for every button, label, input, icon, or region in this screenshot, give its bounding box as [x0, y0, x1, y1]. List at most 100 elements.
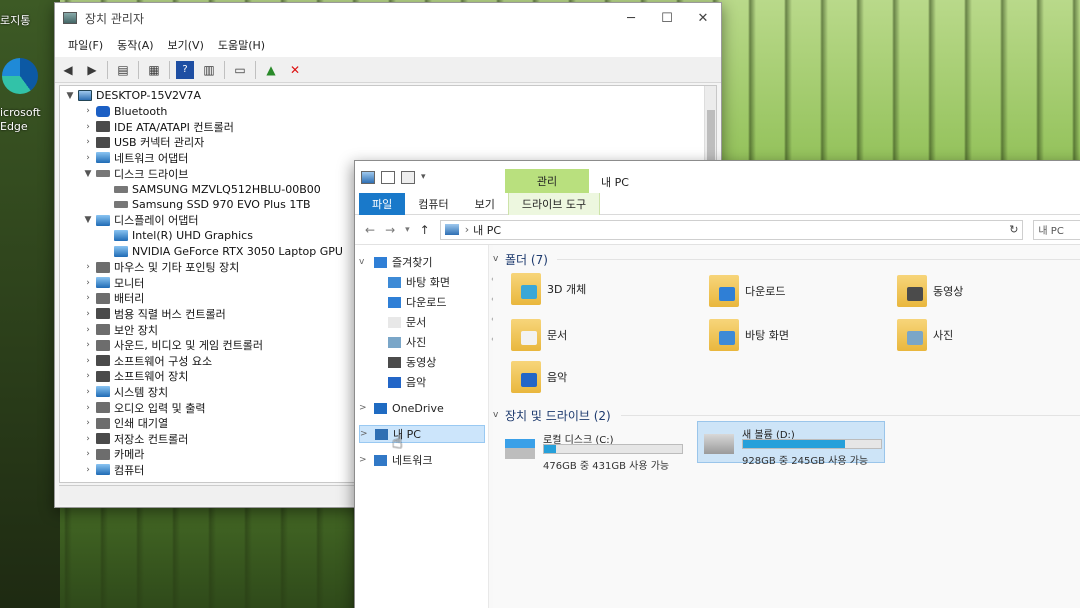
- expand-chevron-icon[interactable]: ›: [82, 278, 94, 288]
- menu-help[interactable]: 도움말(H): [211, 37, 272, 53]
- expand-chevron-icon[interactable]: ›: [82, 137, 94, 147]
- tree-item[interactable]: › 저장소 컨트롤러: [82, 431, 188, 446]
- breadcrumb[interactable]: 내 PC: [473, 222, 501, 238]
- monitor-icon[interactable]: ▭: [231, 61, 249, 79]
- console-tree-icon[interactable]: ▦: [145, 61, 163, 79]
- navigation-pane[interactable]: v 즐겨찾기바탕 화면✎ 다운로드✎ 문서✎ 사진✎ 동영상음악 > OneDrive >내 P…: [355, 245, 499, 608]
- tree-item[interactable]: › 인쇄 대기열: [82, 416, 168, 431]
- device-manager-titlebar[interactable]: 장치 관리자 ─ ☐ ✕: [55, 3, 721, 33]
- nav-item[interactable]: > 내 PC: [359, 425, 485, 443]
- minimize-button[interactable]: ─: [613, 3, 649, 33]
- help-icon[interactable]: ?: [176, 60, 194, 79]
- collapse-chevron-icon[interactable]: ▼: [64, 91, 76, 101]
- expand-chevron-icon[interactable]: ›: [82, 309, 94, 319]
- close-button[interactable]: ✕: [685, 3, 721, 33]
- nav-item[interactable]: 동영상: [373, 353, 436, 371]
- address-field[interactable]: › 내 PC ↻: [439, 219, 1024, 240]
- expand-chevron-icon[interactable]: ›: [82, 371, 94, 381]
- expand-chevron-icon[interactable]: ›: [82, 262, 94, 272]
- properties-qa-icon[interactable]: [381, 170, 395, 184]
- drives-section-header[interactable]: v 장치 및 드라이브 (2): [493, 407, 611, 423]
- tree-item[interactable]: Samsung SSD 970 EVO Plus 1TB: [100, 197, 311, 212]
- view-icon[interactable]: ▥: [200, 61, 218, 79]
- back-nav-icon[interactable]: ←: [365, 223, 375, 237]
- tree-item[interactable]: › 오디오 입력 및 출력: [82, 400, 205, 415]
- expand-chevron-icon[interactable]: ›: [82, 434, 94, 444]
- expand-chevron-icon[interactable]: ›: [82, 418, 94, 428]
- search-input[interactable]: 내 PC: [1033, 219, 1080, 240]
- folder-item[interactable]: 동영상: [897, 275, 963, 307]
- qa-dropdown-icon[interactable]: ▾: [421, 172, 426, 182]
- refresh-icon[interactable]: ↻: [1009, 223, 1018, 236]
- tab-manage[interactable]: 관리: [505, 169, 589, 193]
- tree-item[interactable]: › 컴퓨터: [82, 462, 144, 477]
- expand-chevron-icon[interactable]: ›: [82, 465, 94, 475]
- tree-item[interactable]: › 보안 장치: [82, 322, 158, 337]
- expand-chevron-icon[interactable]: ›: [82, 325, 94, 335]
- folder-item[interactable]: 다운로드: [709, 275, 785, 307]
- up-nav-icon[interactable]: ↑: [420, 223, 430, 237]
- nav-item[interactable]: v 즐겨찾기: [359, 253, 432, 271]
- tree-item[interactable]: Intel(R) UHD Graphics: [100, 228, 253, 243]
- nav-chevron-icon[interactable]: >: [360, 429, 372, 439]
- tree-item[interactable]: › 범용 직렬 버스 컨트롤러: [82, 306, 226, 321]
- folders-section-header[interactable]: v 폴더 (7): [493, 251, 548, 267]
- back-arrow-icon[interactable]: ◀: [59, 61, 77, 79]
- nav-item[interactable]: 음악: [373, 373, 426, 391]
- menu-action[interactable]: 동작(A): [110, 37, 160, 53]
- recent-dropdown-icon[interactable]: ▾: [405, 225, 410, 235]
- tree-item[interactable]: › 소프트웨어 구성 요소: [82, 353, 212, 368]
- nav-item[interactable]: 사진✎: [373, 333, 499, 351]
- maximize-button[interactable]: ☐: [649, 3, 685, 33]
- desktop-icon-label[interactable]: 로지통: [0, 12, 30, 28]
- tree-item[interactable]: › 카메라: [82, 447, 144, 462]
- tree-item[interactable]: › 모니터: [82, 275, 144, 290]
- nav-item[interactable]: > 네트워크: [359, 451, 432, 469]
- nav-item[interactable]: 문서✎: [373, 313, 499, 331]
- tab-view[interactable]: 보기: [462, 193, 508, 215]
- collapse-chevron-icon[interactable]: ▼: [82, 215, 94, 225]
- expand-chevron-icon[interactable]: ›: [82, 106, 94, 116]
- nav-chevron-icon[interactable]: >: [359, 455, 371, 465]
- edge-label-line2[interactable]: Edge: [0, 120, 28, 133]
- tree-item[interactable]: ▼ 디스플레이 어댑터: [82, 213, 199, 228]
- nav-item[interactable]: 다운로드✎: [373, 293, 499, 311]
- expand-chevron-icon[interactable]: ›: [82, 403, 94, 413]
- content-pane[interactable]: v 폴더 (7) 3D 개체 다운로드 동영상 문서 바탕 화면 사진 음악 v 장치 및 …: [493, 245, 1080, 608]
- tab-file[interactable]: 파일: [359, 192, 406, 215]
- tree-item[interactable]: › 소프트웨어 장치: [82, 369, 188, 384]
- tree-item[interactable]: ▼ DESKTOP-15V2V7A: [64, 88, 202, 103]
- collapse-chevron-icon[interactable]: ▼: [82, 169, 94, 179]
- tree-item[interactable]: NVIDIA GeForce RTX 3050 Laptop GPU: [100, 244, 343, 259]
- forward-nav-icon[interactable]: →: [385, 223, 395, 237]
- edge-icon[interactable]: [2, 58, 38, 94]
- drive-item[interactable]: 새 볼륨 (D:) 928GB 중 245GB 사용 가능: [697, 421, 885, 467]
- update-driver-icon[interactable]: ▲: [262, 61, 280, 79]
- tree-item[interactable]: ▼ 디스크 드라이브: [82, 166, 189, 181]
- tree-item[interactable]: › 시스템 장치: [82, 384, 168, 399]
- folder-item[interactable]: 3D 개체: [511, 273, 586, 305]
- forward-arrow-icon[interactable]: ▶: [83, 61, 101, 79]
- expand-chevron-icon[interactable]: ›: [82, 340, 94, 350]
- tree-item[interactable]: SAMSUNG MZVLQ512HBLU-00B00: [100, 182, 321, 197]
- explorer-titlebar[interactable]: ▾ 관리 내 PC: [355, 161, 1080, 193]
- tree-item[interactable]: › 마우스 및 기타 포인팅 장치: [82, 260, 239, 275]
- edge-label-line1[interactable]: icrosoft: [0, 106, 41, 119]
- nav-chevron-icon[interactable]: v: [359, 257, 371, 267]
- uninstall-icon[interactable]: ✕: [286, 61, 304, 79]
- tree-item[interactable]: › 배터리: [82, 291, 144, 306]
- collapse-chevron-icon[interactable]: v: [493, 254, 505, 264]
- tab-drive-tools[interactable]: 드라이브 도구: [507, 192, 601, 215]
- nav-item[interactable]: 바탕 화면✎: [373, 273, 499, 291]
- tree-item[interactable]: › 사운드, 비디오 및 게임 컨트롤러: [82, 338, 263, 353]
- tree-item[interactable]: › Bluetooth: [82, 104, 167, 119]
- menu-view[interactable]: 보기(V): [161, 37, 211, 53]
- expand-chevron-icon[interactable]: ›: [82, 449, 94, 459]
- drive-item[interactable]: 로컬 디스크 (C:) 476GB 중 431GB 사용 가능: [499, 427, 687, 472]
- tree-item[interactable]: › 네트워크 어댑터: [82, 150, 188, 165]
- new-folder-qa-icon[interactable]: [401, 170, 415, 184]
- folder-item[interactable]: 사진: [897, 319, 953, 351]
- tree-item[interactable]: › USB 커넥터 관리자: [82, 135, 204, 150]
- folder-item[interactable]: 문서: [511, 319, 567, 351]
- expand-chevron-icon[interactable]: ›: [82, 356, 94, 366]
